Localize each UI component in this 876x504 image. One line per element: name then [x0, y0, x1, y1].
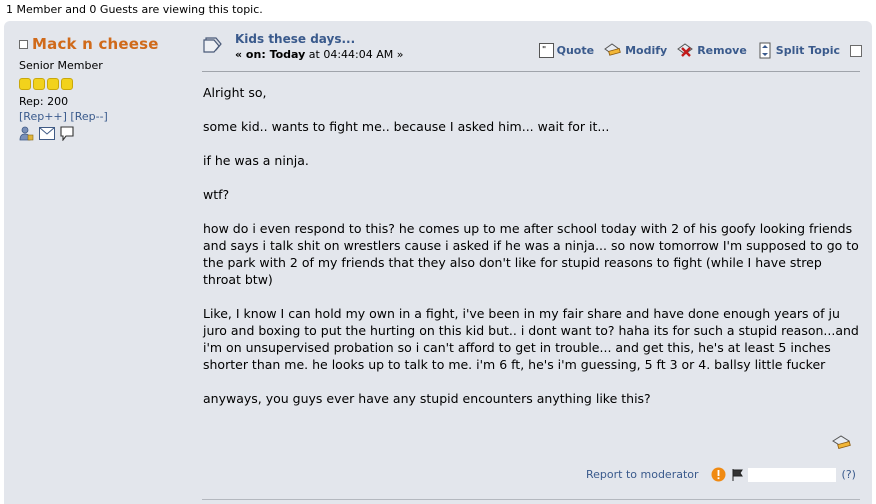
- member-title: Senior Member: [19, 59, 103, 72]
- post-subject[interactable]: Kids these days...: [235, 32, 355, 46]
- author-actions: [19, 126, 189, 141]
- rep-plus-link[interactable]: [Rep++]: [19, 110, 67, 123]
- star-icon: [19, 78, 31, 90]
- rep-minus-link[interactable]: [Rep--]: [70, 110, 107, 123]
- warning-icon: [711, 467, 726, 482]
- remove-icon: [677, 43, 694, 57]
- modify-button[interactable]: Modify: [604, 43, 667, 58]
- post-date: « on: Today at 04:44:04 AM »: [235, 48, 404, 61]
- rank-stars: [19, 78, 189, 90]
- inline-moderation-checkbox[interactable]: [850, 44, 862, 57]
- remove-button[interactable]: Remove: [677, 43, 747, 58]
- report-to-moderator-link[interactable]: Report to moderator: [586, 468, 699, 481]
- modify-label: Modify: [625, 44, 668, 57]
- star-icon: [61, 78, 73, 90]
- profile-icon[interactable]: [19, 126, 34, 141]
- date-prefix: « on:: [235, 48, 270, 61]
- viewing-status: 1 Member and 0 Guests are viewing this t…: [6, 3, 263, 16]
- split-label: Split Topic: [775, 44, 840, 57]
- modify-icon: [604, 43, 621, 56]
- post-paragraph: wtf?: [203, 187, 230, 202]
- personal-message-icon[interactable]: [60, 126, 74, 141]
- post-paragraph: how do i even respond to this? he comes …: [203, 221, 859, 287]
- star-icon: [33, 78, 45, 90]
- email-icon[interactable]: [39, 127, 55, 140]
- ip-address-box: [747, 467, 836, 482]
- post-paragraph: Like, I know I can hold my own in a figh…: [203, 306, 859, 372]
- svg-text:": ": [542, 45, 546, 54]
- date-day: Today: [269, 48, 306, 61]
- split-icon: [759, 42, 771, 59]
- quote-label: Quote: [556, 44, 595, 57]
- ip-icon: [732, 468, 743, 481]
- select-post-checkbox[interactable]: [19, 39, 28, 49]
- post-paragraph: Alright so,: [203, 85, 267, 100]
- post-paragraph: some kid.. wants to fight me.. because I…: [203, 119, 610, 134]
- help-link[interactable]: (?): [842, 468, 856, 481]
- post-icon: [203, 37, 222, 53]
- rep-links: [Rep++] [Rep--]: [19, 110, 189, 123]
- post-paragraph: if he was a ninja.: [203, 153, 309, 168]
- author-name[interactable]: Mack n cheese: [32, 35, 159, 53]
- reputation: Rep: 200: [19, 95, 69, 108]
- post-body: Alright so, some kid.. wants to fight me…: [203, 84, 863, 424]
- split-topic-button[interactable]: Split Topic: [757, 42, 840, 59]
- header-divider: [202, 71, 860, 72]
- post-actions: " Quote Modify Remove Split Topic: [529, 42, 862, 59]
- author-panel: Mack n cheese Senior Member Rep: 200 [Re…: [19, 35, 189, 141]
- quote-fast-reply-icon[interactable]: [832, 434, 852, 452]
- quote-icon: ": [538, 43, 554, 58]
- post-container: Mack n cheese Senior Member Rep: 200 [Re…: [4, 21, 872, 504]
- star-icon: [47, 78, 59, 90]
- post-paragraph: anyways, you guys ever have any stupid e…: [203, 391, 651, 406]
- quote-button[interactable]: " Quote: [538, 43, 595, 58]
- footer-divider: [202, 499, 860, 500]
- date-time: at 04:44:04 AM »: [305, 48, 404, 61]
- remove-label: Remove: [697, 44, 747, 57]
- report-row: Report to moderator (?): [586, 467, 856, 482]
